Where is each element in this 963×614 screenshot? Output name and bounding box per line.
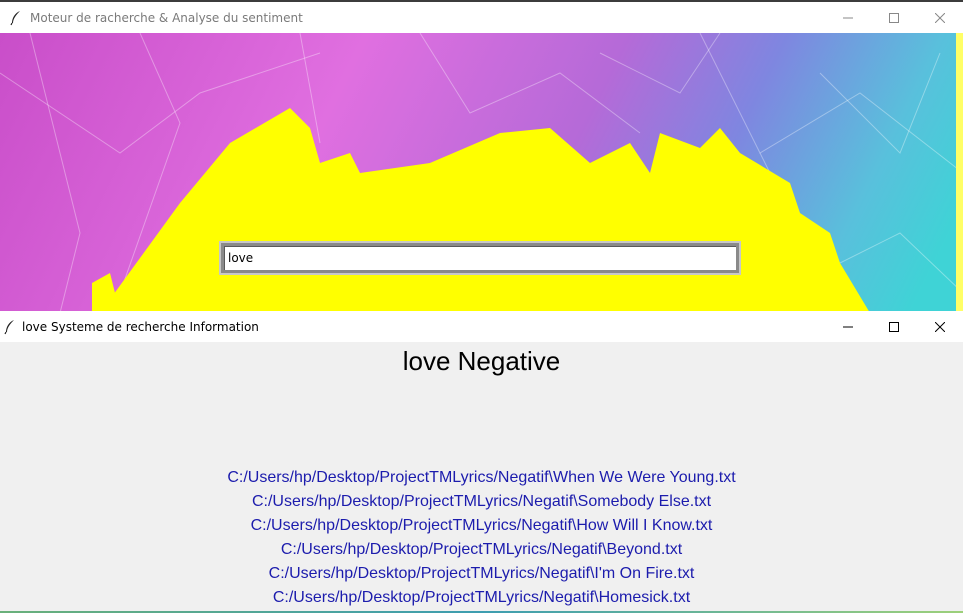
result-link[interactable]: C:/Users/hp/Desktop/ProjectTMLyrics/Nega… <box>0 490 963 514</box>
results-content: love Negative C:/Users/hp/Desktop/Projec… <box>0 342 963 611</box>
maximize-button[interactable] <box>871 311 917 342</box>
result-list: C:/Users/hp/Desktop/ProjectTMLyrics/Nega… <box>0 466 963 610</box>
sentiment-heading: love Negative <box>402 346 561 376</box>
maximize-button[interactable] <box>871 2 917 33</box>
result-link[interactable]: C:/Users/hp/Desktop/ProjectTMLyrics/Nega… <box>0 586 963 610</box>
maximize-icon <box>889 12 899 23</box>
maximize-icon <box>889 321 899 332</box>
close-button[interactable] <box>917 311 963 342</box>
main-window-title: Moteur de racherche & Analyse du sentime… <box>30 10 303 25</box>
close-icon <box>935 321 945 332</box>
minimize-button[interactable] <box>825 2 871 33</box>
feather-icon <box>10 10 20 25</box>
close-button[interactable] <box>917 2 963 33</box>
result-link[interactable]: C:/Users/hp/Desktop/ProjectTMLyrics/Nega… <box>0 538 963 562</box>
results-title-bar[interactable]: love Systeme de recherche Information <box>0 311 963 342</box>
result-link[interactable]: C:/Users/hp/Desktop/ProjectTMLyrics/Nega… <box>0 562 963 586</box>
minimize-icon <box>843 17 853 18</box>
results-window-title: love Systeme de recherche Information <box>22 319 259 334</box>
results-window: love Systeme de recherche Information lo… <box>0 311 963 611</box>
main-window-controls <box>825 2 963 33</box>
results-window-controls <box>825 311 963 342</box>
result-link[interactable]: C:/Users/hp/Desktop/ProjectTMLyrics/Nega… <box>0 466 963 490</box>
feather-icon <box>4 319 14 334</box>
close-icon <box>935 12 945 23</box>
main-title-bar[interactable]: Moteur de racherche & Analyse du sentime… <box>0 2 963 33</box>
minimize-icon <box>843 326 853 327</box>
search-input[interactable] <box>221 243 739 273</box>
result-link[interactable]: C:/Users/hp/Desktop/ProjectTMLyrics/Nega… <box>0 514 963 538</box>
minimize-button[interactable] <box>825 311 871 342</box>
